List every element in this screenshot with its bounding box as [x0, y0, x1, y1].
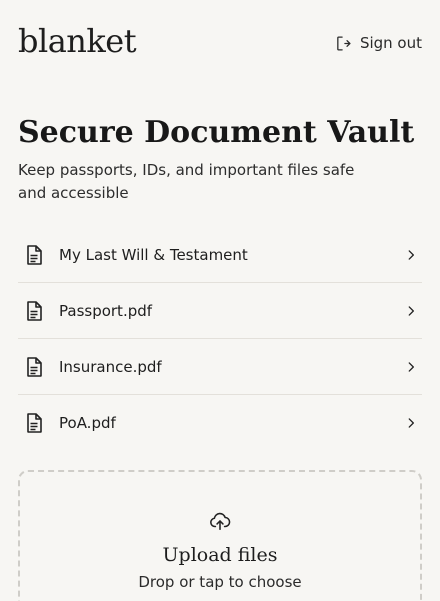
chevron-right-icon	[408, 249, 414, 260]
cloud-upload-icon	[210, 512, 231, 531]
document-label: My Last Will & Testament	[59, 245, 248, 264]
document-item-poa[interactable]: PoA.pdf	[18, 395, 422, 450]
brand-logo[interactable]: blanket	[18, 22, 137, 60]
document-icon	[27, 300, 42, 321]
page-title: Secure Document Vault	[18, 115, 415, 150]
document-label: Insurance.pdf	[59, 357, 162, 376]
sign-out-button[interactable]: Sign out	[335, 34, 422, 52]
page-subtitle: Keep passports, IDs, and important files…	[18, 161, 355, 202]
page: blanket Sign out Secure Document Vault K…	[0, 0, 440, 601]
document-icon	[27, 412, 42, 433]
chevron-right-icon	[408, 305, 414, 316]
document-icon	[27, 356, 42, 377]
sign-out-icon	[335, 35, 352, 52]
document-icon	[27, 244, 42, 265]
document-item-passport[interactable]: Passport.pdf	[18, 283, 422, 339]
document-item-insurance[interactable]: Insurance.pdf	[18, 339, 422, 395]
document-item-will[interactable]: My Last Will & Testament	[18, 227, 422, 283]
document-label: Passport.pdf	[59, 301, 153, 320]
upload-dropzone[interactable]: Upload files Drop or tap to choose	[18, 470, 422, 601]
upload-subtitle: Drop or tap to choose	[138, 573, 302, 591]
chevron-right-icon	[408, 417, 414, 428]
document-list: My Last Will & Testament Passport.pdf In…	[18, 227, 422, 450]
document-label: PoA.pdf	[59, 413, 116, 432]
sign-out-label: Sign out	[359, 34, 422, 52]
app-header: blanket Sign out	[0, 0, 440, 86]
chevron-right-icon	[408, 361, 414, 372]
upload-title: Upload files	[162, 544, 278, 566]
